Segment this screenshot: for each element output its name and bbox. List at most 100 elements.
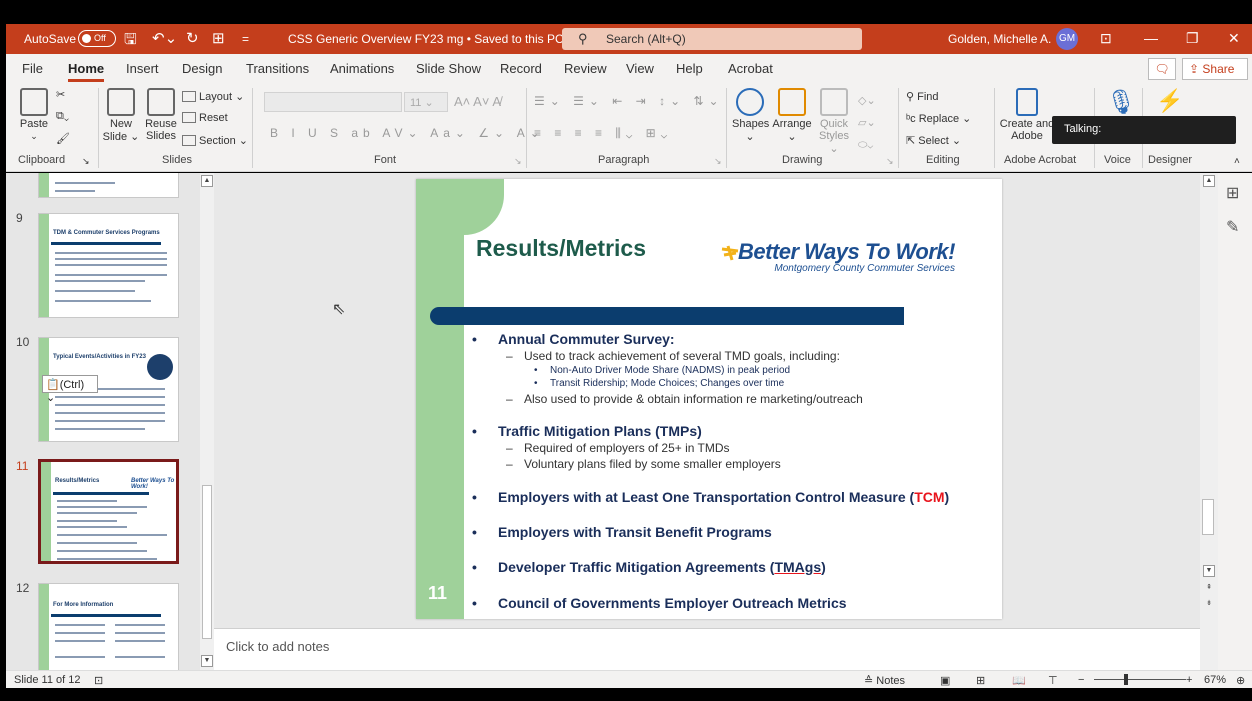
font-grow-shrink-icons[interactable]: A˄ A˅ A̸ [454, 94, 501, 109]
paste-options-tag[interactable]: 📋(Ctrl) ⌄ [42, 375, 98, 404]
better-ways-to-work-logo: Better Ways To Work! Montgomery County C… [721, 239, 955, 274]
slides-panel-scrollbar[interactable]: ▲ ▼ [200, 173, 214, 670]
fit-to-window-icon[interactable]: ⊕ [1236, 674, 1245, 687]
new-slide-button[interactable]: New Slide ⌄ [102, 88, 140, 143]
minimize-icon[interactable]: — [1144, 30, 1158, 46]
current-slide[interactable]: Results/Metrics Better Ways To Work! Mon… [416, 179, 1002, 619]
notes-pane[interactable]: Click to add notes [214, 628, 1200, 670]
tab-home[interactable]: Home [68, 61, 105, 82]
scroll-up-icon[interactable]: ▲ [201, 175, 213, 187]
slide-thumbnail-8[interactable] [38, 173, 179, 198]
find-button[interactable]: ⚲ Find [906, 90, 939, 103]
ribbon-display-icon[interactable]: ⊡ [1100, 30, 1112, 47]
user-name[interactable]: Golden, Michelle A. [948, 32, 1051, 46]
font-name-box[interactable] [264, 92, 402, 112]
present-icon[interactable]: ⊞ [212, 29, 225, 47]
tab-design[interactable]: Design [182, 61, 222, 76]
restore-icon[interactable]: ❐ [1186, 30, 1199, 47]
replace-button[interactable]: ᵇc Replace ⌄ [906, 112, 971, 125]
scroll-down-icon[interactable]: ▼ [201, 655, 213, 667]
search-box[interactable]: ⚲ Search (Alt+Q) [562, 28, 862, 50]
font-format-icons[interactable]: B I U S ab AV⌄ Aa⌄ ∠⌄ A⌄ [270, 126, 545, 140]
drawing-launcher-icon[interactable]: ↘ [886, 156, 894, 167]
shapes-button[interactable]: Shapes ⌄ [732, 88, 769, 143]
scroll-up-icon[interactable]: ▲ [1203, 175, 1215, 187]
slide-thumbnail-12[interactable]: For More Information [38, 583, 179, 670]
zoom-slider-thumb[interactable] [1124, 674, 1128, 685]
tab-transitions[interactable]: Transitions [246, 61, 309, 76]
customize-qat-icon[interactable]: = [242, 32, 249, 46]
create-adobe-pdf-button[interactable]: Create and Adobe [996, 88, 1058, 142]
designer-icon[interactable]: ⚡ [1156, 88, 1183, 114]
toggle-dot [82, 34, 91, 43]
paste-button[interactable]: Paste ⌄ [18, 88, 50, 142]
tab-animations[interactable]: Animations [330, 61, 394, 76]
undo-icon[interactable]: ↶⌄ [152, 29, 177, 47]
next-slide-icon[interactable]: ⇟ [1203, 599, 1215, 611]
reuse-slides-button[interactable]: Reuse Slides [142, 88, 180, 142]
cut-icon[interactable]: ✂ [56, 88, 65, 101]
copy-icon[interactable]: ⧉⌄ [56, 110, 69, 123]
new-slide-icon [107, 88, 135, 116]
tab-help[interactable]: Help [676, 61, 703, 76]
notes-placeholder[interactable]: Click to add notes [226, 639, 329, 654]
slide-show-icon[interactable]: ⊤ [1048, 674, 1058, 687]
tab-slide-show[interactable]: Slide Show [416, 61, 481, 76]
slide-sorter-icon[interactable]: ⊞ [976, 674, 985, 687]
tab-insert[interactable]: Insert [126, 61, 159, 76]
designer-pane-icon[interactable]: ⊞ [1226, 183, 1239, 203]
font-size-box[interactable]: 11 ⌄ [404, 92, 448, 112]
slide-thumbnail-9[interactable]: TDM & Commuter Services Programs [38, 213, 179, 318]
thumb-text-line [57, 512, 137, 514]
close-icon[interactable]: ✕ [1228, 30, 1240, 47]
slide-thumbnail-11[interactable]: Results/Metrics Better Ways To Work! [38, 459, 179, 564]
quick-styles-button[interactable]: Quick Styles ⌄ [816, 88, 852, 155]
list-icons[interactable]: ☰⌄ ☰⌄ ⇤ ⇥ ↕⌄ ⇅⌄ [534, 94, 724, 108]
tab-view[interactable]: View [626, 61, 654, 76]
comments-button[interactable]: 🗨 [1148, 58, 1176, 80]
scroll-down-icon[interactable]: ▼ [1203, 565, 1215, 577]
zoom-slider[interactable] [1094, 679, 1186, 680]
zoom-in-icon[interactable]: + [1186, 674, 1192, 686]
find-label: Find [917, 91, 939, 103]
tab-file[interactable]: File [22, 61, 43, 76]
autosave-toggle[interactable]: Off [78, 30, 116, 47]
share-button[interactable]: ⇪ Share [1182, 58, 1248, 80]
tab-acrobat[interactable]: Acrobat [728, 61, 773, 76]
document-title[interactable]: CSS Generic Overview FY23 mg • Saved to … [288, 32, 577, 46]
clipboard-launcher-icon[interactable]: ↘ [82, 156, 90, 167]
normal-view-icon[interactable]: ▣ [940, 674, 950, 687]
editor-scrollbar[interactable]: ▲ ▼ ⇞ ⇟ [1200, 173, 1218, 670]
reading-view-icon[interactable]: 📖 [1012, 674, 1026, 687]
redo-icon[interactable]: ↻ [186, 29, 199, 47]
select-button[interactable]: ⇱ Select ⌄ [906, 134, 961, 147]
slide-title[interactable]: Results/Metrics [476, 235, 646, 262]
paragraph-launcher-icon[interactable]: ↘ [714, 156, 722, 167]
arrange-button[interactable]: Arrange ⌄ [772, 88, 812, 143]
scrollbar-thumb[interactable] [1202, 499, 1214, 535]
reset-button[interactable]: Reset [182, 112, 228, 124]
font-launcher-icon[interactable]: ↘ [514, 156, 522, 167]
search-input[interactable]: Search (Alt+Q) [606, 32, 686, 46]
zoom-out-icon[interactable]: − [1078, 674, 1084, 686]
align-icons[interactable]: ≡ ≡ ≡ ≡ ⫼⌄ ⊞⌄ [534, 126, 672, 141]
scrollbar-thumb[interactable] [202, 485, 212, 639]
dictate-icon[interactable]: 🎙 [1106, 88, 1136, 117]
shape-fill-outline-effects-icons[interactable]: ◇⌄ ▱⌄ ⬭⌄ [858, 90, 876, 156]
notes-button[interactable]: ≙ Notes [864, 674, 905, 687]
previous-slide-icon[interactable]: ⇞ [1203, 583, 1215, 595]
format-painter-icon[interactable]: 🖌 [56, 132, 70, 145]
bullet-transit-benefit: Employers with Transit Benefit Programs [472, 524, 772, 540]
save-icon[interactable]: 🖫 [124, 29, 137, 54]
format-pane-icon[interactable]: ✎ [1226, 217, 1239, 237]
avatar[interactable]: GM [1056, 28, 1078, 50]
collapse-ribbon-icon[interactable]: ˄ [1234, 156, 1240, 167]
zoom-level[interactable]: 67% [1204, 674, 1226, 686]
thumb-title: TDM & Commuter Services Programs [53, 230, 160, 236]
layout-button[interactable]: Layout ⌄ [182, 90, 244, 103]
tab-record[interactable]: Record [500, 61, 542, 76]
section-button[interactable]: Section ⌄ [182, 134, 248, 147]
accessibility-icon[interactable]: ⊡ [94, 674, 103, 687]
tab-review[interactable]: Review [564, 61, 607, 76]
reuse-label-1: Reuse [145, 118, 177, 130]
